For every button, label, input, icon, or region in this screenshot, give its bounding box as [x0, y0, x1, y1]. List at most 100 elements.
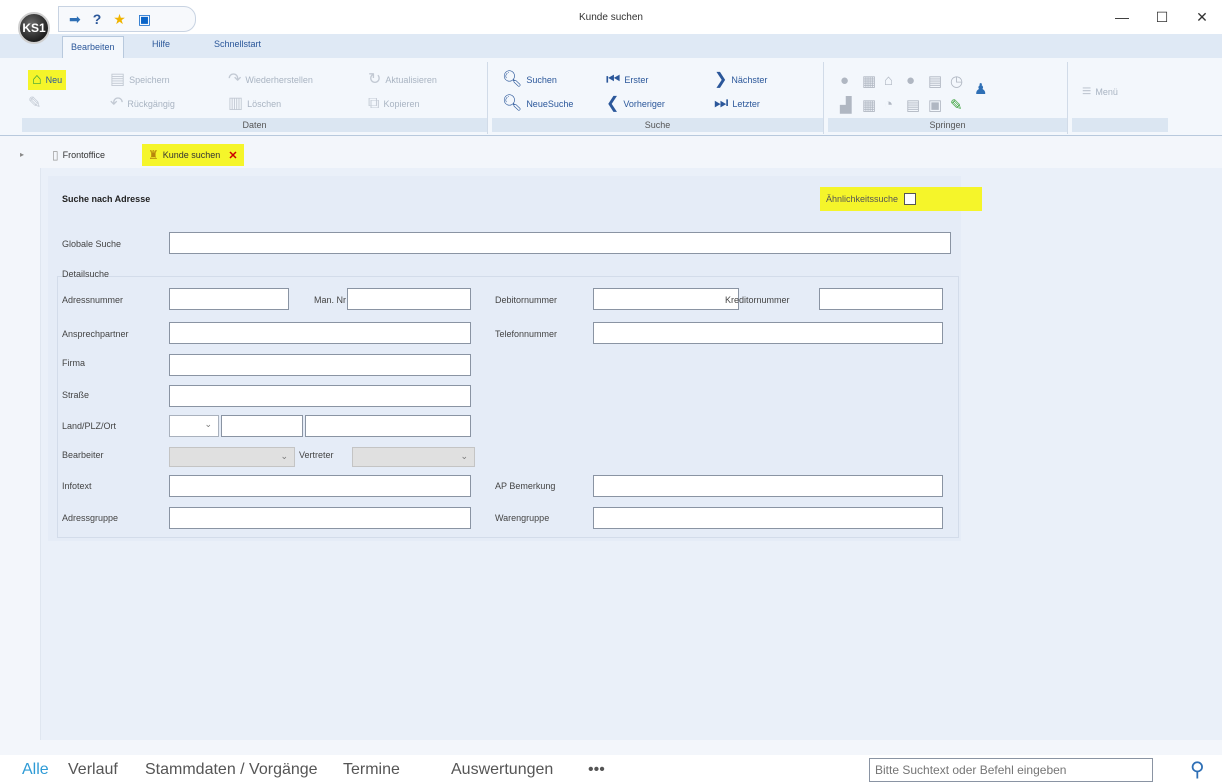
calendar-icon[interactable]: ▣ [928, 96, 942, 114]
tab-schnellstart[interactable]: Schnellstart [214, 39, 261, 49]
street-input[interactable] [169, 385, 471, 407]
clock-icon[interactable]: ◷ [950, 72, 963, 90]
tab-frontoffice[interactable]: ▯ Frontoffice [46, 144, 111, 166]
save-button[interactable]: ▤ Speichern [110, 72, 170, 88]
search-icon[interactable]: ⚲ [1190, 757, 1205, 782]
bank-icon[interactable]: ⌂ [884, 72, 893, 89]
global-search-label: Globale Suche [62, 239, 122, 249]
country-zip-city-label: Land/PLZ/Ort [62, 421, 117, 431]
ribbon: ⌂ Neu ✎ ▤ Speichern ↶ Rückgängig ↷ Wiede… [0, 58, 1222, 136]
product-group-input[interactable] [593, 507, 943, 529]
similarity-checkbox[interactable] [904, 193, 917, 205]
nav-more[interactable]: ••• [588, 761, 605, 779]
similarity-label: Ähnlichkeitssuche [826, 194, 899, 204]
nav-verlauf[interactable]: Verlauf [68, 761, 118, 779]
ap-note-input[interactable] [593, 475, 943, 497]
table-icon[interactable]: ▦ [862, 96, 876, 114]
phone-number-input[interactable] [593, 322, 943, 344]
maximize-button[interactable]: ☐ [1142, 0, 1182, 34]
note-icon[interactable]: ▤ [928, 72, 942, 90]
group-label-suche: Suche [492, 118, 823, 132]
list-icon[interactable]: ▤ [906, 96, 920, 114]
title-bar: KS1 ➡ ? ★ ▣ Kunde suchen — ☐ ✕ [0, 0, 1222, 44]
street-label: Straße [62, 390, 90, 400]
tab-kunde-suchen[interactable]: ♜ Kunde suchen ✕ [142, 144, 244, 166]
chart-icon[interactable]: ▟ [840, 96, 852, 114]
menu-button[interactable]: ≡ Menü [1082, 84, 1118, 100]
address-group-input[interactable] [169, 507, 471, 529]
refresh-icon: ↻ [368, 71, 382, 88]
location-icon[interactable]: ● [906, 72, 915, 89]
window-title: Kunde suchen [579, 12, 643, 23]
document-icon[interactable]: ▦ [862, 72, 876, 90]
edit-button[interactable]: ✎ [28, 96, 41, 112]
refresh-button[interactable]: ↻ Aktualisieren [368, 72, 437, 88]
contact-person-input[interactable] [169, 322, 471, 344]
creditor-number-input[interactable] [819, 288, 943, 310]
last-record-icon: ⏭ [714, 95, 729, 112]
collapse-arrow-icon[interactable]: ▸ [20, 150, 24, 159]
representative-select[interactable]: ⌄ [352, 447, 475, 467]
debitor-number-input[interactable] [593, 288, 739, 310]
country-select[interactable]: ⌄ [169, 415, 219, 437]
restore-button[interactable]: ↷ Wiederherstellen [228, 72, 313, 88]
chevron-down-icon: ⌄ [204, 419, 212, 429]
app-logo[interactable]: KS1 [18, 12, 50, 44]
minimize-button[interactable]: — [1102, 0, 1142, 34]
phone-number-label: Telefonnummer [495, 329, 558, 339]
group-label-daten: Daten [22, 118, 487, 132]
search-customer-icon: ♜ [148, 148, 159, 162]
first-button[interactable]: ⏮ Erster [606, 72, 648, 88]
pie-icon[interactable]: ◔ [884, 96, 893, 113]
nav-stammdaten-vorgaenge[interactable]: Stammdaten / Vorgänge [145, 761, 318, 779]
nav-auswertungen[interactable]: Auswertungen [451, 761, 553, 779]
tab-kunde-suchen-label: Kunde suchen [162, 150, 221, 160]
infotext-input[interactable] [169, 475, 471, 497]
new-document-icon: ⌂ [32, 71, 42, 88]
tab-bearbeiten[interactable]: Bearbeiten [62, 36, 124, 58]
similarity-search-toggle[interactable]: Ähnlichkeitssuche [820, 187, 982, 211]
address-number-input[interactable] [169, 288, 289, 310]
user-icon[interactable]: ♟ [974, 80, 987, 98]
last-button[interactable]: ⏭ Letzter [714, 96, 760, 112]
previous-button[interactable]: ❮ Vorheriger [606, 96, 665, 112]
address-number-label: Adressnummer [62, 295, 124, 305]
pen-icon[interactable]: ✎ [950, 96, 963, 114]
global-search-input[interactable] [169, 232, 951, 254]
magnifier-icon: 🔍︎ [502, 71, 523, 88]
search-button[interactable]: 🔍︎ Suchen [502, 72, 557, 88]
chevron-down-icon: ⌄ [460, 451, 468, 461]
detail-search-box [57, 276, 959, 538]
nav-alle[interactable]: Alle [22, 761, 49, 779]
delete-button[interactable]: ▥ Löschen [228, 96, 281, 112]
company-input[interactable] [169, 354, 471, 376]
editor-label: Bearbeiter [62, 450, 104, 460]
new-button[interactable]: ⌂ Neu [28, 70, 67, 90]
chevron-right-icon: ❯ [714, 71, 728, 88]
next-button[interactable]: ❯ Nächster [714, 72, 767, 88]
company-label: Firma [62, 358, 85, 368]
detail-search-label: Detailsuche [62, 269, 110, 279]
hamburger-icon: ≡ [1082, 83, 1092, 100]
city-input[interactable] [305, 415, 471, 437]
page-icon: ▯ [52, 148, 59, 162]
ribbon-group-suche: 🔍︎ Suchen 🔍︎ NeueSuche ⏮ Erster ❮ Vorher… [492, 62, 824, 134]
close-button[interactable]: ✕ [1182, 0, 1222, 34]
command-search-input[interactable] [869, 758, 1153, 782]
tab-hilfe[interactable]: Hilfe [152, 39, 170, 49]
globe-icon[interactable]: ● [840, 72, 849, 89]
debitor-number-label: Debitornummer [495, 295, 558, 305]
magnifier-icon: 🔍︎ [502, 95, 523, 112]
zip-input[interactable] [221, 415, 303, 437]
trash-icon: ▥ [228, 95, 244, 112]
undo-button[interactable]: ↶ Rückgängig [110, 96, 175, 112]
editor-select[interactable]: ⌄ [169, 447, 295, 467]
copy-button[interactable]: ⧉ Kopieren [368, 96, 419, 112]
nav-termine[interactable]: Termine [343, 761, 400, 779]
man-nr-input[interactable] [347, 288, 471, 310]
new-search-button[interactable]: 🔍︎ NeueSuche [502, 96, 573, 112]
ribbon-group-springen: ● ▦ ⌂ ● ▤ ◷ ♟ ▟ ▦ ◔ ▤ ▣ ✎ Springen [828, 62, 1068, 134]
close-tab-icon[interactable]: ✕ [228, 149, 237, 162]
infotext-label: Infotext [62, 481, 92, 491]
window-controls: — ☐ ✕ [1102, 0, 1222, 34]
